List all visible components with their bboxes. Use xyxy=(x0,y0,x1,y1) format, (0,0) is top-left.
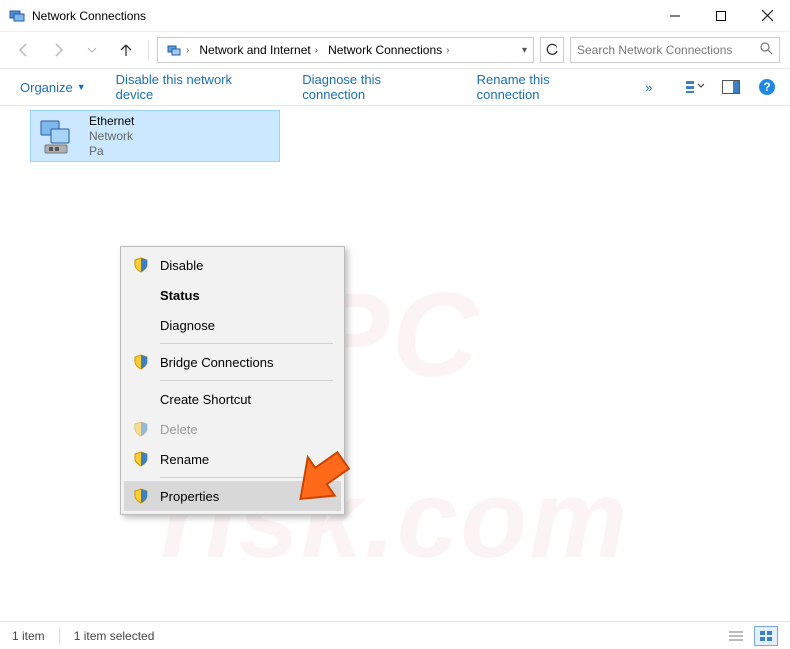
window-buttons xyxy=(652,0,790,32)
up-button[interactable] xyxy=(112,36,140,64)
breadcrumb-network-internet[interactable]: Network and Internet › xyxy=(195,38,322,62)
address-bar[interactable]: › Network and Internet › Network Connect… xyxy=(157,37,534,63)
search-placeholder: Search Network Connections xyxy=(577,43,732,57)
search-box[interactable]: Search Network Connections xyxy=(570,37,780,63)
network-connections-icon xyxy=(8,7,26,25)
ctx-delete: Delete xyxy=(124,414,341,444)
shield-icon xyxy=(132,420,150,438)
icons-view-button[interactable] xyxy=(754,626,778,646)
status-bar: 1 item 1 item selected xyxy=(0,621,790,649)
disable-device-button[interactable]: Disable this network device xyxy=(106,68,283,106)
overflow-button[interactable]: » xyxy=(635,76,662,99)
status-item-count: 1 item xyxy=(12,629,45,643)
chevron-right-icon: › xyxy=(446,45,449,56)
back-button[interactable] xyxy=(10,36,38,64)
ctx-delete-label: Delete xyxy=(160,422,198,437)
watermark-line2: risk.com xyxy=(0,456,790,583)
diagnose-label: Diagnose this connection xyxy=(302,72,446,102)
maximize-button[interactable] xyxy=(698,0,744,32)
breadcrumb-network-connections[interactable]: Network Connections › xyxy=(324,38,453,62)
rename-connection-button[interactable]: Rename this connection xyxy=(467,68,626,106)
ctx-rename[interactable]: Rename xyxy=(124,444,341,474)
ctx-diagnose-label: Diagnose xyxy=(160,318,215,333)
adapter-item-ethernet[interactable]: Ethernet Network Pa xyxy=(30,110,280,162)
minimize-button[interactable] xyxy=(652,0,698,32)
ethernet-adapter-icon xyxy=(37,115,79,157)
ctx-properties[interactable]: Properties xyxy=(124,481,341,511)
address-row: › Network and Internet › Network Connect… xyxy=(0,32,790,68)
svg-text:?: ? xyxy=(763,80,770,94)
disable-device-label: Disable this network device xyxy=(116,72,273,102)
ctx-separator xyxy=(160,477,333,478)
ctx-disable[interactable]: Disable xyxy=(124,250,341,280)
preview-pane-button[interactable] xyxy=(718,74,744,100)
ctx-create-shortcut[interactable]: Create Shortcut xyxy=(124,384,341,414)
context-menu: Disable Status Diagnose Bridge Connectio… xyxy=(120,246,345,515)
ctx-rename-label: Rename xyxy=(160,452,209,467)
rename-label: Rename this connection xyxy=(477,72,616,102)
details-view-button[interactable] xyxy=(724,626,748,646)
status-selected: 1 item selected xyxy=(74,629,155,643)
adapter-name: Ethernet xyxy=(89,114,134,129)
ctx-diagnose[interactable]: Diagnose xyxy=(124,310,341,340)
watermark-line1: PC xyxy=(0,266,790,404)
ctx-bridge[interactable]: Bridge Connections xyxy=(124,347,341,377)
organize-button[interactable]: Organize ▼ xyxy=(10,76,96,99)
view-switcher xyxy=(724,626,778,646)
nav-separator xyxy=(148,40,149,60)
status-separator xyxy=(59,628,60,644)
window-title: Network Connections xyxy=(32,9,652,23)
close-button[interactable] xyxy=(744,0,790,32)
diagnose-connection-button[interactable]: Diagnose this connection xyxy=(292,68,456,106)
recent-dropdown[interactable] xyxy=(78,36,106,64)
overflow-label: » xyxy=(645,80,652,95)
chevron-right-icon: › xyxy=(186,45,189,56)
content-area[interactable]: PC risk.com Ethernet Network Pa Disable … xyxy=(0,106,790,621)
shield-icon xyxy=(132,353,150,371)
ctx-separator xyxy=(160,343,333,344)
breadcrumb-label: Network and Internet xyxy=(199,43,310,57)
address-end: ▾ xyxy=(522,45,529,56)
address-dropdown-icon[interactable]: ▾ xyxy=(522,45,527,56)
chevron-down-icon: ▼ xyxy=(77,82,86,92)
shield-icon xyxy=(132,450,150,468)
ctx-bridge-label: Bridge Connections xyxy=(160,355,273,370)
control-panel-icon xyxy=(166,42,182,58)
ctx-create-shortcut-label: Create Shortcut xyxy=(160,392,251,407)
chevron-right-icon: › xyxy=(315,45,318,56)
breadcrumb-label: Network Connections xyxy=(328,43,442,57)
help-button[interactable]: ? xyxy=(754,74,780,100)
adapter-status: Network xyxy=(89,129,134,144)
ctx-status[interactable]: Status xyxy=(124,280,341,310)
view-options-button[interactable] xyxy=(682,74,708,100)
command-bar: Organize ▼ Disable this network device D… xyxy=(0,68,790,106)
shield-icon xyxy=(132,487,150,505)
breadcrumb-root[interactable]: › xyxy=(162,38,193,62)
adapter-texts: Ethernet Network Pa xyxy=(89,114,134,159)
shield-icon xyxy=(132,256,150,274)
forward-button[interactable] xyxy=(44,36,72,64)
search-icon xyxy=(760,42,773,58)
adapter-device: Pa xyxy=(89,144,134,159)
title-bar: Network Connections xyxy=(0,0,790,32)
ctx-properties-label: Properties xyxy=(160,489,219,504)
ctx-status-label: Status xyxy=(160,288,200,303)
ctx-separator xyxy=(160,380,333,381)
refresh-button[interactable] xyxy=(540,37,564,63)
organize-label: Organize xyxy=(20,80,73,95)
ctx-disable-label: Disable xyxy=(160,258,203,273)
